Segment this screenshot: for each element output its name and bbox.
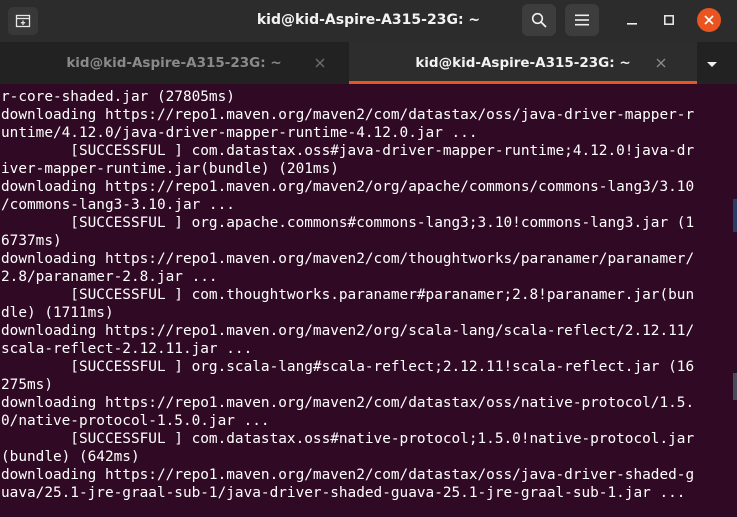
maximize-button[interactable] [656, 7, 682, 33]
tab-list-dropdown[interactable] [702, 54, 722, 74]
terminal-output[interactable]: r-core-shaded.jar (27805ms) downloading h… [0, 84, 737, 517]
terminal-line: scala-reflect-2.12.11.jar ... [1, 341, 253, 357]
terminal-line: downloading https://repo1.maven.org/mave… [1, 107, 695, 123]
hamburger-menu-icon [575, 14, 589, 26]
scrollbar-marker [733, 199, 737, 232]
terminal-line: [SUCCESSFUL ] com.datastax.oss#native-pr… [1, 431, 695, 447]
terminal-scrollbar[interactable] [729, 84, 735, 517]
terminal-line: [SUCCESSFUL ] com.datastax.oss#java-driv… [1, 143, 695, 159]
scrollbar-marker [733, 373, 737, 400]
terminal-line: [SUCCESSFUL ] org.apache.commons#commons… [1, 215, 695, 231]
tab-label: kid@kid-Aspire-A315-23G: ~ [66, 55, 282, 71]
terminal-line: downloading https://repo1.maven.org/mave… [1, 395, 695, 411]
title-bar[interactable]: kid@kid-Aspire-A315-23G: ~ [0, 0, 737, 42]
tab-label: kid@kid-Aspire-A315-23G: ~ [415, 55, 631, 71]
terminal-line: 0/native-protocol-1.5.0.jar ... [1, 413, 270, 429]
terminal-line: [SUCCESSFUL ] com.thoughtworks.paranamer… [1, 287, 695, 303]
close-icon [315, 58, 325, 68]
terminal-line: 275ms) [1, 377, 53, 393]
close-icon [656, 58, 666, 68]
terminal-line: 6737ms) [1, 233, 62, 249]
close-icon [704, 15, 714, 25]
tab-close-button[interactable] [653, 55, 669, 71]
terminal-line: uava/25.1-jre-graal-sub-1/java-driver-sh… [1, 485, 686, 501]
terminal-line: /commons-lang3-3.10.jar ... [1, 197, 235, 213]
maximize-icon [664, 15, 674, 25]
terminal-line: [SUCCESSFUL ] org.scala-lang#scala-refle… [1, 359, 695, 375]
tab-close-button[interactable] [312, 55, 328, 71]
terminal-line: downloading https://repo1.maven.org/mave… [1, 251, 695, 267]
search-button[interactable] [522, 4, 556, 36]
terminal-line: (bundle) (642ms) [1, 449, 140, 465]
tab-terminal-2[interactable]: kid@kid-Aspire-A315-23G: ~ [349, 42, 697, 84]
search-icon [531, 12, 547, 28]
minimize-button[interactable] [619, 7, 645, 33]
terminal-line: downloading https://repo1.maven.org/mave… [1, 323, 695, 339]
close-button[interactable] [697, 8, 721, 32]
terminal-line: r-core-shaded.jar (27805ms) [1, 89, 235, 105]
tab-bar: kid@kid-Aspire-A315-23G: ~ kid@kid-Aspir… [0, 42, 737, 84]
chevron-down-icon [707, 62, 717, 67]
terminal-line: 2.8/paranamer-2.8.jar ... [1, 269, 218, 285]
terminal-line: dle) (1711ms) [1, 305, 114, 321]
minimize-icon [627, 23, 637, 25]
terminal-line: downloading https://repo1.maven.org/mave… [1, 467, 695, 483]
tab-terminal-1[interactable]: kid@kid-Aspire-A315-23G: ~ [0, 42, 348, 84]
terminal-line: untime/4.12.0/java-driver-mapper-runtime… [1, 125, 478, 141]
menu-button[interactable] [565, 4, 599, 36]
terminal-text: r-core-shaded.jar (27805ms) downloading h… [1, 88, 694, 502]
terminal-line: downloading https://repo1.maven.org/mave… [1, 179, 695, 195]
terminal-line: iver-mapper-runtime.jar(bundle) (201ms) [1, 161, 339, 177]
